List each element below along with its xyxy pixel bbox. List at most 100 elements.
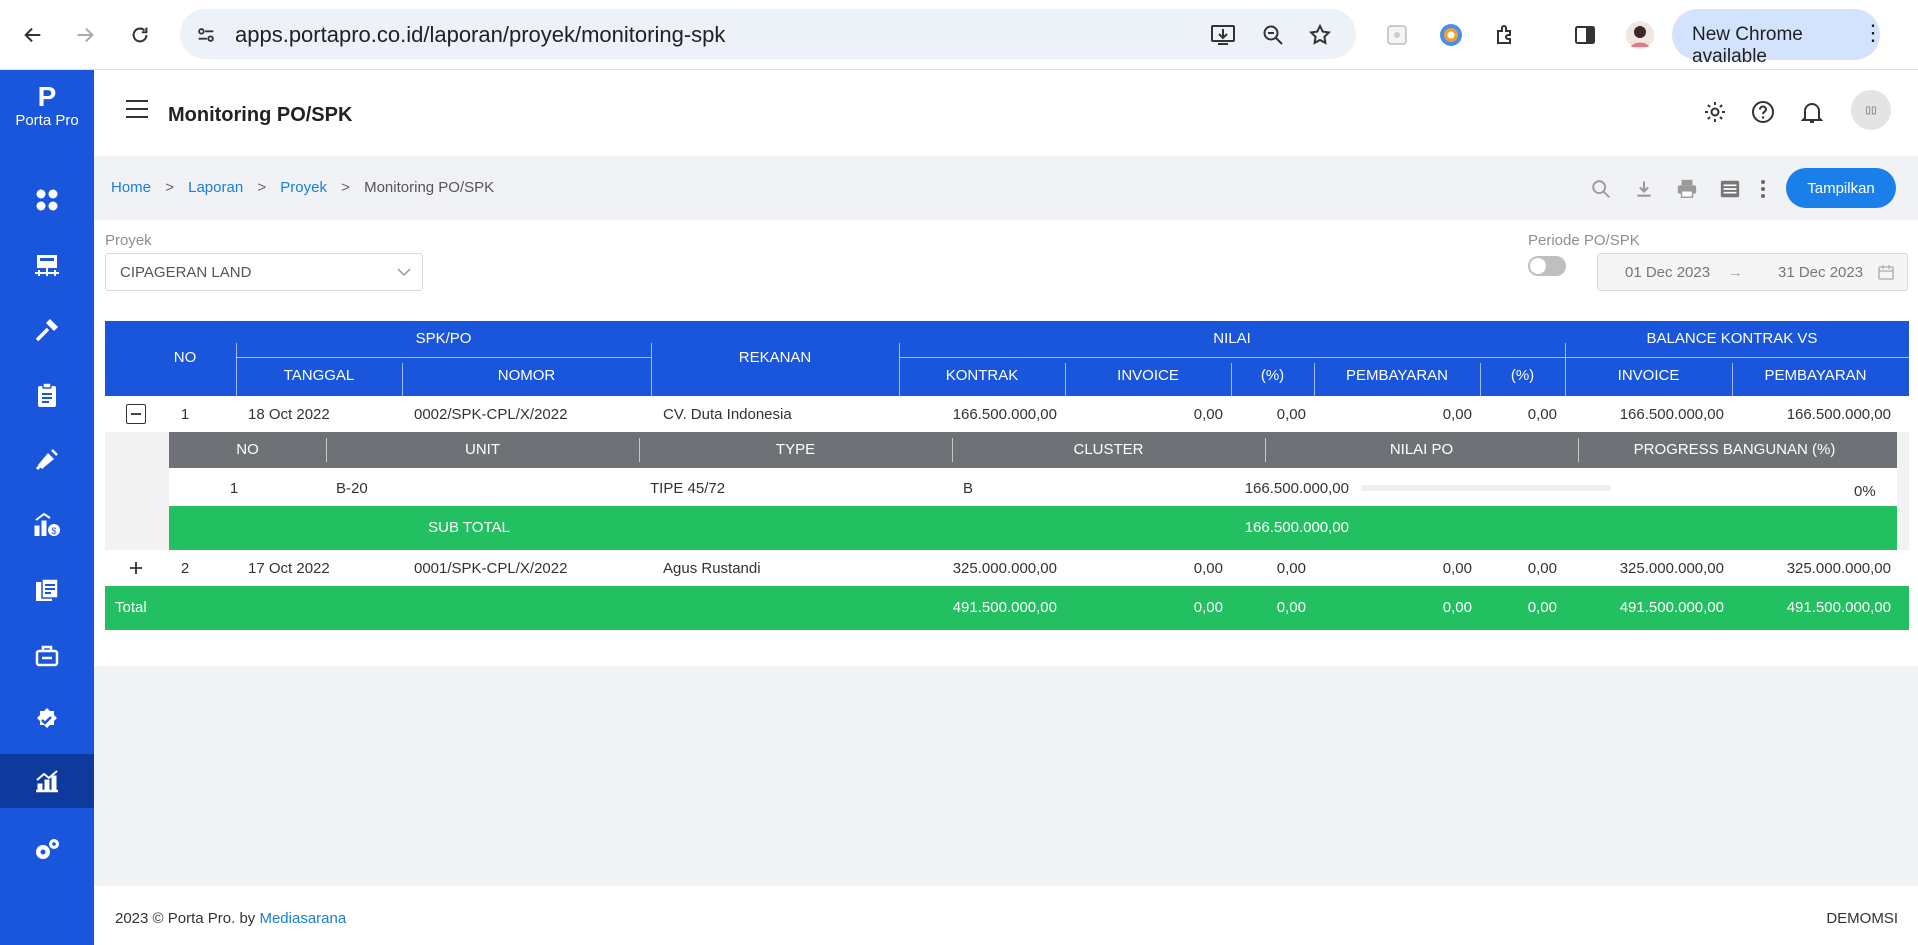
total-balance-pembayaran: 491.500.000,00: [1786, 599, 1891, 616]
subtotal-label: SUB TOTAL: [428, 519, 510, 536]
forward-arrow-icon[interactable]: [67, 17, 103, 53]
sidebar-item-settings[interactable]: [0, 823, 94, 877]
zoom-icon[interactable]: [1260, 22, 1286, 48]
bell-icon[interactable]: [1798, 98, 1826, 126]
reload-icon[interactable]: [122, 17, 158, 53]
footer-copyright: 2023 © Porta Pro. by Mediasarana: [115, 910, 346, 927]
detail-col-no: NO: [236, 441, 259, 458]
breadcrumb-home[interactable]: Home: [111, 179, 151, 196]
table-row[interactable]: 2 17 Oct 2022 0001/SPK-CPL/X/2022 Agus R…: [105, 550, 1909, 586]
collapse-icon[interactable]: [126, 404, 146, 424]
calendar-icon: [1878, 265, 1894, 280]
finance-growth-icon: $: [34, 512, 60, 536]
cell-balance-pembayaran: 166.500.000,00: [1786, 406, 1891, 423]
chrome-menu-icon[interactable]: ⋮: [1862, 20, 1884, 46]
svg-text:$: $: [51, 526, 56, 536]
back-arrow-icon[interactable]: [15, 17, 51, 53]
col-nomor: NOMOR: [497, 367, 556, 384]
logo-mark: P: [37, 81, 57, 112]
cell-no: 1: [180, 406, 190, 423]
site-settings-icon[interactable]: [193, 22, 219, 48]
column-settings-icon[interactable]: [1717, 176, 1743, 202]
breadcrumb-current: Monitoring PO/SPK: [364, 179, 495, 196]
project-select[interactable]: CIPAGERAN LAND: [105, 253, 423, 291]
address-bar[interactable]: apps.portapro.co.id/laporan/proyek/monit…: [180, 9, 1356, 59]
sidebar-item-project[interactable]: [0, 238, 94, 292]
install-app-icon[interactable]: [1210, 22, 1236, 48]
clipboard-icon: [38, 382, 56, 407]
sidebar-item-marketing[interactable]: [0, 433, 94, 487]
breadcrumb-proyek[interactable]: Proyek: [280, 179, 327, 196]
table-header: NO SPK/PO TANGGAL NOMOR REKANAN NILAI KO…: [105, 321, 1909, 396]
copyright-text: 2023 © Porta Pro. by: [115, 910, 256, 927]
browser-toolbar: apps.portapro.co.id/laporan/proyek/monit…: [0, 0, 1918, 70]
col-spk-po: SPK/PO: [415, 330, 472, 347]
col-nilai: NILAI: [1213, 330, 1251, 347]
date-to[interactable]: 31 Dec 2023: [1778, 264, 1863, 281]
sidebar-item-billing[interactable]: [0, 563, 94, 617]
profile-avatar-icon[interactable]: [1625, 20, 1655, 50]
detail-cell-cluster: B: [963, 480, 974, 497]
extension-colorful-icon[interactable]: [1436, 20, 1466, 50]
extension-app-icon[interactable]: [1382, 20, 1412, 50]
breadcrumb-separator: >: [165, 179, 174, 196]
chrome-update-button[interactable]: New Chrome available ⋮: [1672, 9, 1884, 67]
logo[interactable]: P Porta Pro: [0, 82, 94, 130]
sidebar-item-report[interactable]: [0, 754, 94, 808]
cell-no: 2: [180, 560, 190, 577]
sidebar-item-finance[interactable]: $: [0, 498, 94, 552]
more-vertical-icon[interactable]: [1750, 176, 1776, 202]
breadcrumb-laporan[interactable]: Laporan: [188, 179, 243, 196]
help-icon[interactable]: [1749, 98, 1777, 126]
cell-pct-pembayaran: 0,00: [1527, 560, 1557, 577]
date-range-picker[interactable]: 01 Dec 2023 → 31 Dec 2023: [1597, 253, 1908, 291]
total-balance-invoice: 491.500.000,00: [1619, 599, 1724, 616]
cell-pct-pembayaran: 0,00: [1527, 406, 1557, 423]
detail-col-type: TYPE: [775, 441, 816, 458]
cell-balance-pembayaran: 325.000.000,00: [1786, 560, 1891, 577]
extensions-puzzle-icon[interactable]: [1490, 20, 1520, 50]
sidebar-item-handover[interactable]: [0, 628, 94, 682]
gear-icon[interactable]: [1701, 98, 1729, 126]
menu-toggle-icon[interactable]: [126, 100, 148, 120]
cell-tanggal: 17 Oct 2022: [248, 560, 330, 577]
report-chart-icon: [36, 770, 58, 793]
cell-balance-invoice: 325.000.000,00: [1619, 560, 1724, 577]
cell-pct-invoice: 0,00: [1276, 406, 1306, 423]
side-panel-icon[interactable]: [1570, 20, 1600, 50]
col-no: NO: [173, 349, 197, 366]
detail-cell-unit: B-20: [336, 480, 368, 497]
total-pct-invoice: 0,00: [1276, 599, 1306, 616]
expand-icon[interactable]: [126, 558, 146, 578]
sidebar-item-approval[interactable]: [0, 693, 94, 747]
detail-col-cluster: CLUSTER: [1073, 441, 1144, 458]
download-icon[interactable]: [1631, 176, 1657, 202]
cell-pembayaran: 0,00: [1442, 406, 1472, 423]
table-row[interactable]: 1 18 Oct 2022 0002/SPK-CPL/X/2022 CV. Du…: [105, 396, 1909, 432]
cell-pembayaran: 0,00: [1442, 560, 1472, 577]
total-invoice: 0,00: [1193, 599, 1223, 616]
vendor-link[interactable]: Mediasarana: [259, 910, 346, 927]
url-text[interactable]: apps.portapro.co.id/laporan/proyek/monit…: [235, 22, 725, 48]
sidebar-item-tasks[interactable]: [0, 368, 94, 422]
print-icon[interactable]: [1674, 176, 1700, 202]
project-select-value: CIPAGERAN LAND: [120, 264, 252, 281]
col-balance-invoice: INVOICE: [1617, 367, 1680, 384]
breadcrumb: Home > Laporan > Proyek > Monitoring PO/…: [111, 179, 494, 196]
date-from[interactable]: 01 Dec 2023: [1625, 264, 1710, 281]
progress-label: 0%: [1854, 483, 1876, 500]
detail-row: 1 B-20 TIPE 45/72 B 166.500.000,00 0%: [169, 468, 1897, 506]
sidebar: P Porta Pro $: [0, 70, 94, 945]
tampilkan-button[interactable]: Tampilkan: [1786, 168, 1896, 208]
avatar[interactable]: ▯▯: [1851, 90, 1891, 130]
sidebar-item-tools[interactable]: [0, 303, 94, 357]
cell-kontrak: 325.000.000,00: [952, 560, 1057, 577]
bookmark-star-icon[interactable]: [1307, 22, 1333, 48]
chrome-update-label: New Chrome available: [1692, 24, 1803, 67]
search-icon[interactable]: [1588, 176, 1614, 202]
period-label: Periode PO/SPK: [1528, 232, 1640, 249]
sidebar-item-dashboard[interactable]: [0, 173, 94, 227]
period-toggle[interactable]: [1528, 256, 1566, 276]
detail-col-nilai-po: NILAI PO: [1389, 441, 1454, 458]
col-balance-pembayaran: PEMBAYARAN: [1764, 367, 1867, 384]
